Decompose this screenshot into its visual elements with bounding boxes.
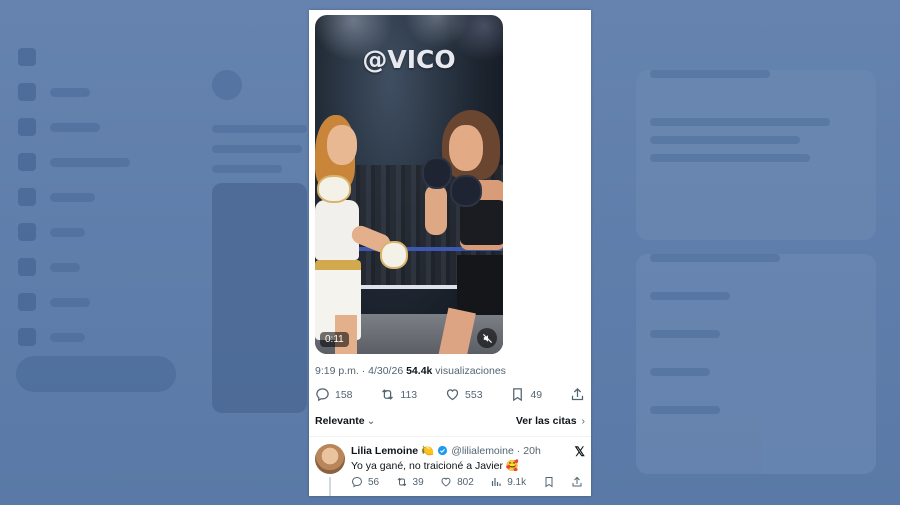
bookmark-count: 49	[530, 388, 543, 401]
chevron-down-icon: ⌄	[366, 415, 376, 427]
quotes-label: Ver las citas	[515, 415, 577, 427]
meta-separator: ·	[358, 365, 369, 377]
views-label: visualizaciones	[432, 365, 506, 377]
thread-line	[329, 477, 331, 496]
right-fighter-face	[449, 125, 483, 171]
right-fighter-shorts	[457, 255, 503, 315]
sort-dropdown[interactable]: Relevante ⌄	[315, 415, 375, 427]
left-fighter-glove	[380, 241, 408, 269]
right-fighter-arm	[425, 185, 447, 235]
reply-separator: ·	[516, 444, 521, 457]
repost-count: 113	[400, 388, 418, 401]
like-count: 553	[465, 388, 483, 401]
reply-icon	[316, 388, 329, 402]
reply-like-count: 802	[457, 476, 474, 488]
reply-reply-count: 56	[368, 476, 380, 488]
reply-author-handle[interactable]: @lilialemoine	[451, 445, 514, 457]
reply-views-button[interactable]: 9.1k	[490, 476, 526, 488]
bookmark-button[interactable]: 49	[510, 387, 542, 402]
like-button[interactable]: 553	[445, 387, 483, 402]
right-fighter-glove	[422, 157, 452, 189]
video-duration-badge: 0:11	[320, 332, 349, 347]
reply-count: 158	[335, 388, 353, 401]
like-icon	[446, 389, 459, 401]
blurred-media	[212, 183, 307, 413]
bookmark-icon	[545, 477, 553, 488]
chevron-right-icon: ›	[578, 415, 585, 427]
mute-button[interactable]	[477, 328, 497, 348]
avatar[interactable]	[315, 444, 345, 474]
blurred-sidebar	[18, 40, 198, 355]
video-watermark: @VICO	[362, 45, 456, 74]
reply-reply-button[interactable]: 56	[351, 476, 379, 488]
share-icon	[571, 387, 584, 401]
views-icon	[492, 478, 501, 486]
blurred-post-button	[16, 356, 176, 392]
tweet-meta: 9:19 p.m. · 4/30/26 54.4k visualizacione…	[315, 365, 506, 377]
tweet-time[interactable]: 9:19 p.m.	[315, 365, 359, 377]
view-quotes-link[interactable]: Ver las citas ›	[516, 415, 585, 427]
reply-text: Yo ya gané, no traicioné a Javier 🥰	[351, 460, 519, 472]
reply-author-name[interactable]: Lilia Lemoine	[351, 445, 418, 457]
reply-share-button[interactable]	[571, 476, 583, 488]
repost-button[interactable]: 113	[380, 387, 417, 402]
share-icon	[572, 476, 582, 487]
left-fighter-face	[327, 125, 357, 165]
replies-filter-row: Relevante ⌄ Ver las citas ›	[315, 415, 585, 427]
reply-age[interactable]: 20h	[523, 445, 541, 457]
right-fighter-glove	[450, 175, 482, 207]
left-fighter-glove	[317, 175, 351, 203]
video-player[interactable]: @VICO 0:11	[315, 15, 503, 354]
reply-like-button[interactable]: 802	[440, 476, 474, 488]
lemon-emoji: 🍋	[421, 445, 435, 457]
reply-actions: 56 39 802 9.1k	[351, 476, 583, 488]
repost-icon	[382, 389, 394, 400]
mute-icon	[482, 333, 492, 343]
like-icon	[441, 477, 451, 487]
reply-header: Lilia Lemoine 🍋 @lilialemoine · 20h	[351, 444, 541, 458]
tweet-date[interactable]: 4/30/26	[368, 365, 403, 377]
reply-views-count: 9.1k	[507, 476, 527, 488]
reply-repost-button[interactable]: 39	[396, 476, 424, 488]
tweet-actions: 158 113 553 49	[315, 387, 585, 402]
sort-label: Relevante	[315, 415, 365, 427]
tweet-card: @VICO 0:11 9:19 p.m. · 4/30/26 54.4k vis…	[309, 10, 591, 496]
verified-icon	[438, 445, 448, 456]
reply-repost-count: 39	[412, 476, 424, 488]
share-button[interactable]	[570, 387, 585, 402]
repost-icon	[397, 477, 406, 487]
blurred-right-column	[636, 40, 876, 488]
x-logo-icon: 𝕏	[574, 444, 585, 459]
reply-bookmark-button[interactable]	[543, 476, 555, 488]
reply-icon	[351, 476, 363, 488]
bookmark-icon	[513, 388, 523, 402]
divider	[309, 436, 591, 437]
views-count: 54.4k	[406, 365, 433, 377]
reply-button[interactable]: 158	[315, 387, 353, 402]
